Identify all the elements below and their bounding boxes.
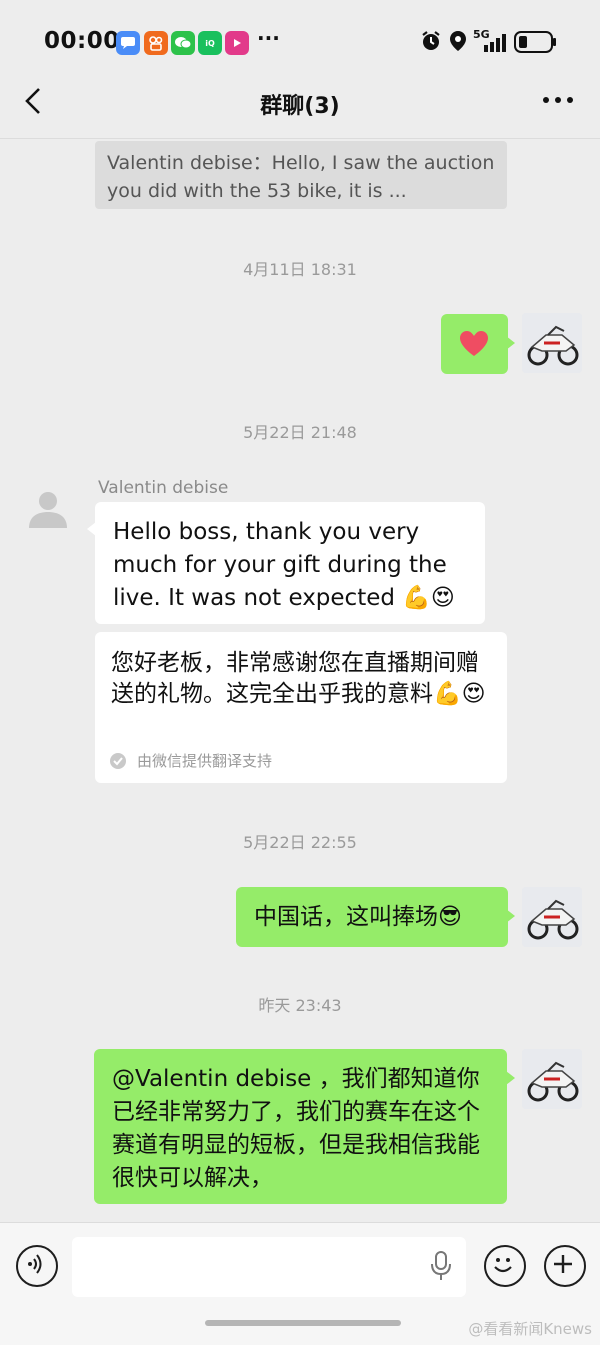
translation-note: 由微信提供翻译支持	[109, 750, 272, 771]
status-more-indicator: ···	[257, 26, 280, 50]
voice-wave-icon	[27, 1253, 41, 1274]
outgoing-message[interactable]: 中国话，这叫捧场😎	[236, 887, 508, 947]
location-icon	[449, 30, 467, 56]
motorcycle-icon	[522, 313, 582, 373]
quoted-message-text: Valentin debise：Hello, I saw the auction…	[107, 152, 495, 202]
check-circle-icon	[110, 752, 126, 769]
message-text: @Valentin debise ，我们都知道你已经非常努力了，我们的赛车在这个…	[112, 1066, 480, 1191]
kuaishou-app-icon	[144, 31, 168, 55]
alarm-icon	[420, 30, 442, 56]
mic-icon[interactable]	[430, 1250, 452, 1286]
heart-sticker-message[interactable]	[441, 314, 508, 374]
my-avatar[interactable]	[522, 887, 582, 947]
motorcycle-icon	[522, 887, 582, 947]
message-text: Hello boss, thank you very much for your…	[113, 519, 455, 611]
timestamp: 5月22日 21:48	[243, 423, 357, 442]
quoted-message[interactable]: Valentin debise：Hello, I saw the auction…	[95, 141, 507, 209]
my-avatar[interactable]	[522, 1049, 582, 1109]
motorcycle-icon	[522, 1049, 582, 1109]
more-dots-icon	[543, 97, 573, 103]
more-options-button[interactable]	[542, 92, 574, 111]
home-indicator[interactable]	[205, 1320, 401, 1326]
watermark: @看看新闻Knews	[468, 1320, 592, 1338]
message-text: 中国话，这叫捧场😎	[254, 904, 462, 930]
person-icon	[29, 492, 67, 528]
video-app-icon	[225, 31, 249, 55]
wechat-app-icon	[171, 31, 195, 55]
translation-note-text: 由微信提供翻译支持	[137, 752, 273, 770]
bubble-tail	[506, 909, 515, 923]
battery-icon	[514, 31, 558, 57]
sender-name: Valentin debise	[98, 478, 229, 498]
voice-toggle-button[interactable]	[16, 1245, 58, 1287]
emoji-button[interactable]	[484, 1245, 526, 1287]
heart-icon	[460, 331, 488, 356]
bubble-tail	[506, 336, 515, 350]
more-actions-button[interactable]	[544, 1245, 586, 1287]
my-avatar[interactable]	[522, 313, 582, 373]
plus-icon	[553, 1254, 572, 1273]
outgoing-message[interactable]: @Valentin debise ，我们都知道你已经非常努力了，我们的赛车在这个…	[94, 1049, 507, 1204]
timestamp: 4月11日 18:31	[243, 260, 357, 279]
status-time: 00:00	[44, 28, 120, 54]
bubble-tail	[506, 1071, 515, 1085]
chat-title: 群聊(3)	[260, 94, 340, 119]
signal-icon	[474, 33, 508, 57]
message-input[interactable]	[72, 1237, 466, 1297]
iqiyi-app-icon: iQ	[198, 31, 222, 55]
messages-app-icon	[116, 31, 140, 55]
contact-avatar[interactable]	[27, 488, 69, 530]
timestamp: 昨天 23:43	[258, 996, 342, 1015]
translated-text: 您好老板，非常感谢您在直播期间赠送的礼物。这完全出乎我的意料💪😍	[111, 650, 486, 707]
translation-card[interactable]: 您好老板，非常感谢您在直播期间赠送的礼物。这完全出乎我的意料💪😍 由微信提供翻译…	[95, 632, 507, 783]
incoming-message[interactable]: Hello boss, thank you very much for your…	[95, 502, 485, 624]
smiley-icon	[493, 1257, 512, 1272]
timestamp: 5月22日 22:55	[243, 833, 357, 852]
